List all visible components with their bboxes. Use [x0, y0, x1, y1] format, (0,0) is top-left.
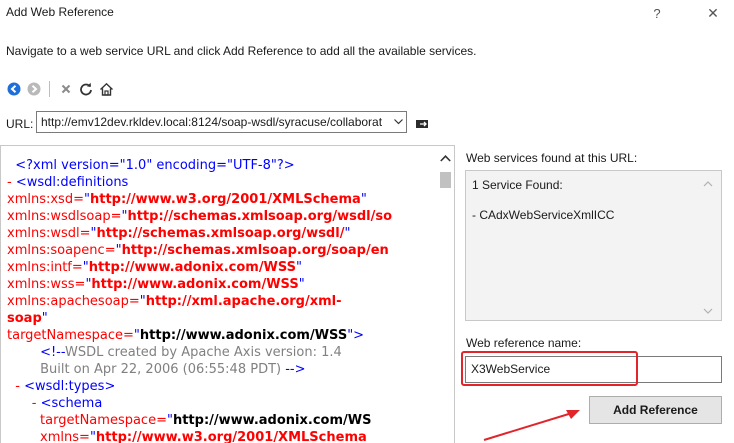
xml-token: targetNamespace= — [7, 328, 134, 343]
xml-token: xmlns:intf= — [7, 260, 83, 275]
back-icon[interactable] — [6, 81, 22, 97]
forward-icon[interactable] — [26, 81, 42, 97]
xml-token: "> — [347, 328, 365, 343]
annotation-arrow — [483, 410, 580, 441]
wsdl-xml-text: <?xml version="1.0" encoding="UTF-8"?> - … — [7, 157, 449, 443]
xml-line: targetNamespace="http://www.adonix.com/W… — [7, 412, 449, 429]
xml-token: soap — [7, 311, 42, 326]
xml-token: <?xml version="1.0" encoding="UTF-8"?> — [15, 158, 295, 173]
xml-token: - — [7, 175, 16, 190]
xml-line: Built on Apr 22, 2006 (06:55:48 PDT) --> — [7, 361, 449, 378]
instruction-text: Navigate to a web service URL and click … — [6, 44, 477, 58]
xml-token: <wsdl:types> — [24, 379, 116, 394]
xml-token: xmlns= — [7, 430, 90, 443]
refresh-icon[interactable] — [78, 81, 94, 97]
xml-token: xmlns:soapenc= — [7, 243, 116, 258]
url-input[interactable]: http://emv12dev.rkldev.local:8124/soap-w… — [37, 115, 390, 129]
xml-token: xmlns:apachesoap= — [7, 294, 140, 309]
xml-token: " — [298, 277, 305, 292]
xml-token: http://www.adonix.com/WS — [172, 413, 372, 428]
services-found-label: Web services found at this URL: — [466, 151, 638, 165]
xml-line: xmlns:xsd= "http://www.w3.org/2001/XMLSch… — [7, 191, 449, 208]
xml-token: --> — [285, 362, 306, 377]
wsdl-viewer[interactable]: <?xml version="1.0" encoding="UTF-8"?> - … — [0, 145, 455, 443]
xml-token: WSDL created by Apache Axis version: 1.4 — [65, 345, 342, 360]
xml-token: " — [360, 192, 367, 207]
home-icon[interactable] — [98, 81, 114, 97]
go-arrow-icon[interactable] — [415, 118, 433, 132]
xml-token: xmlns:wsdlsoap= — [7, 209, 122, 224]
xml-line: soap" — [7, 310, 449, 327]
xml-token: targetNamespace= — [7, 413, 167, 428]
xml-line: - <wsdl:types> — [7, 378, 449, 395]
xml-token: http://schemas.xmlsoap.org/wsdl/ — [96, 226, 345, 241]
xml-token: http://www.w3.org/2001/XMLSchema — [95, 430, 367, 443]
url-label: URL: — [6, 117, 34, 131]
xml-line: - <schema — [7, 395, 449, 412]
xml-token: http://www.w3.org/2001/XMLSchema — [89, 192, 361, 207]
xml-token — [7, 345, 40, 360]
xml-token: - — [7, 396, 41, 411]
xml-token: - — [7, 379, 25, 394]
xml-line: xmlns:soapenc="http://schemas.xmlsoap.or… — [7, 242, 449, 259]
url-combobox[interactable]: http://emv12dev.rkldev.local:8124/soap-w… — [36, 111, 407, 133]
xml-token: xmlns:wss= — [7, 277, 86, 292]
xml-token: <!-- — [40, 345, 66, 360]
window-title: Add Web Reference — [6, 5, 114, 19]
toolbar-separator — [49, 81, 50, 97]
help-button[interactable]: ? — [640, 0, 674, 26]
service-count: 1 Service Found: — [472, 178, 563, 192]
xml-token: xmlns:xsd= — [7, 192, 84, 207]
xml-token: <schema — [40, 396, 103, 411]
xml-token: Built on Apr 22, 2006 (06:55:48 PDT) — [40, 362, 286, 377]
xml-token: <wsdl:definitions — [15, 175, 129, 190]
xml-line: xmlns:wsdlsoap="http://schemas.xmlsoap.o… — [7, 208, 449, 225]
nav-toolbar — [6, 81, 118, 97]
xml-token: " — [344, 226, 351, 241]
xml-token: " — [296, 260, 303, 275]
xml-token: http://schemas.xmlsoap.org/soap/en — [121, 243, 389, 258]
xml-line: xmlns:apachesoap="http://xml.apache.org/… — [7, 293, 449, 310]
chevron-down-icon[interactable] — [703, 304, 713, 318]
close-button[interactable]: ✕ — [696, 0, 730, 26]
service-item: - CAdxWebServiceXmlICC — [472, 208, 615, 222]
xml-token: http://www.adonix.com/WSS — [88, 260, 297, 275]
scroll-thumb[interactable] — [440, 172, 451, 188]
scroll-up-icon[interactable] — [438, 151, 453, 165]
xml-line: xmlns:intf="http://www.adonix.com/WSS" — [7, 259, 449, 276]
xml-token: http://xml.apache.org/xml- — [145, 294, 342, 309]
xml-line: xmlns="http://www.w3.org/2001/XMLSchema — [7, 429, 449, 443]
xml-token: http://www.adonix.com/WSS — [139, 328, 348, 343]
xml-line: targetNamespace="http://www.adonix.com/W… — [7, 327, 449, 344]
add-reference-button[interactable]: Add Reference — [589, 396, 722, 424]
xml-line: - <wsdl:definitions — [7, 174, 449, 191]
wsdl-scrollbar[interactable] — [438, 148, 453, 443]
xml-line: <!--WSDL created by Apache Axis version:… — [7, 344, 449, 361]
xml-token: xmlns:wsdl= — [7, 226, 91, 241]
xml-line: xmlns:wsdl= "http://schemas.xmlsoap.org/w… — [7, 225, 449, 242]
xml-token: http://schemas.xmlsoap.org/wsdl/so — [127, 209, 393, 224]
xml-token: http://www.adonix.com/WSS — [91, 277, 299, 292]
xml-token — [7, 362, 40, 377]
stop-icon[interactable] — [58, 81, 74, 97]
services-found-list[interactable]: 1 Service Found: - CAdxWebServiceXmlICC — [465, 170, 722, 321]
xml-line: <?xml version="1.0" encoding="UTF-8"?> — [7, 157, 449, 174]
xml-token: " — [41, 311, 48, 326]
highlight-box — [461, 351, 638, 386]
chevron-up-icon[interactable] — [703, 176, 713, 190]
chevron-down-icon[interactable] — [390, 112, 406, 132]
reference-name-label: Web reference name: — [466, 336, 582, 350]
xml-line: xmlns:wss="http://www.adonix.com/WSS" — [7, 276, 449, 293]
